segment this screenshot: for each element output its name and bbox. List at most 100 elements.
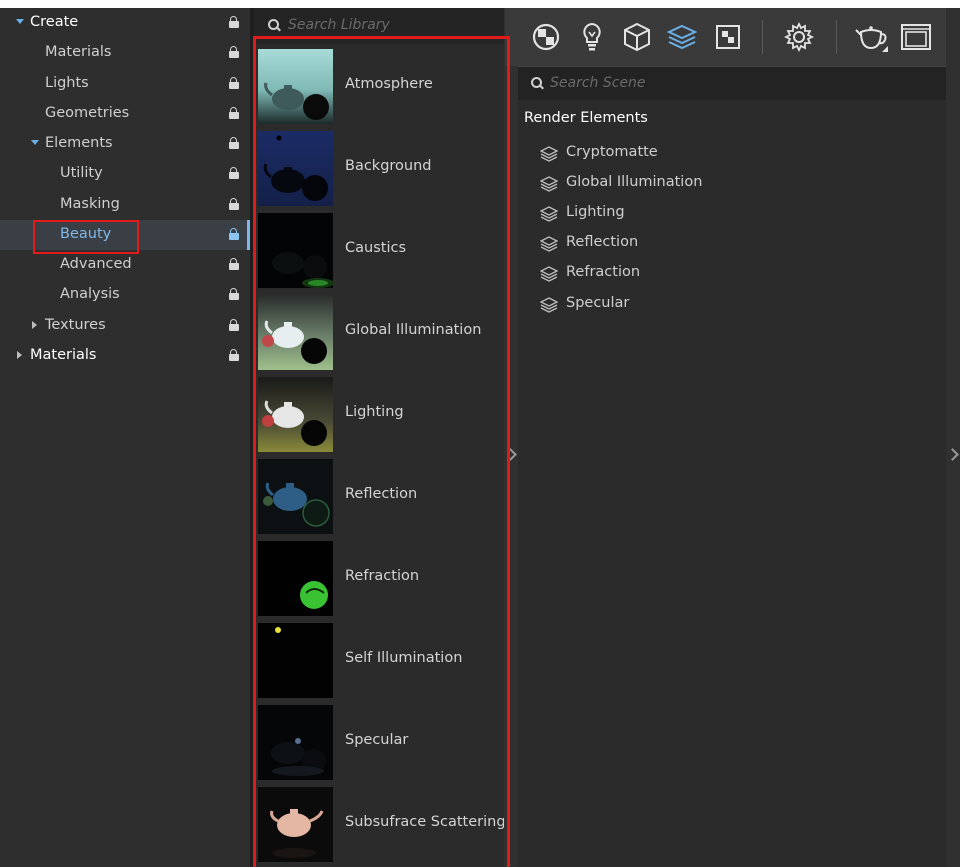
collapsed-arrow-icon[interactable]: [17, 351, 22, 359]
tree-item-label: Elements: [45, 135, 113, 151]
expanded-arrow-icon[interactable]: [16, 19, 24, 24]
frame-buffer-icon[interactable]: [899, 20, 931, 54]
scene-item-label: Cryptomatte: [566, 144, 658, 160]
lock-icon[interactable]: [229, 46, 239, 58]
asset-library: Search Library Atmosphere Background Cau…: [254, 8, 504, 867]
tree-item-label: Analysis: [60, 286, 120, 302]
scene-item-cryptomatte[interactable]: Cryptomatte: [538, 139, 838, 167]
render-element-icon: [540, 206, 558, 222]
lights-icon[interactable]: [576, 20, 608, 54]
tree-item-create[interactable]: Create: [0, 8, 250, 38]
caustics-thumbnail: [258, 213, 333, 288]
scene-item-label: Lighting: [566, 204, 625, 220]
library-item-label: Atmosphere: [345, 76, 433, 92]
textures-icon[interactable]: [712, 20, 744, 54]
library-item-refraction[interactable]: Refraction: [254, 538, 504, 620]
scene-item-label: Specular: [566, 295, 630, 311]
render-element-icon: [540, 236, 558, 252]
render-elements-heading: Render Elements: [524, 110, 648, 126]
lock-icon[interactable]: [229, 137, 239, 149]
tree-item-label: Lights: [45, 75, 89, 91]
specular-thumbnail: [258, 705, 333, 780]
tree-item-textures[interactable]: Textures: [0, 311, 250, 341]
materials-icon[interactable]: [530, 20, 562, 54]
subsurface-scattering-thumbnail: [258, 787, 333, 862]
lock-icon[interactable]: [229, 167, 239, 179]
tree-item-materials[interactable]: Materials: [0, 38, 250, 68]
atmosphere-thumbnail: [258, 49, 333, 124]
tree-item-label: Utility: [60, 165, 103, 181]
tree-item-analysis[interactable]: Analysis: [0, 280, 250, 310]
library-item-label: Caustics: [345, 240, 406, 256]
scene-item-specular[interactable]: Specular: [538, 290, 838, 318]
tree-item-geometries[interactable]: Geometries: [0, 99, 250, 129]
chevron-right-icon[interactable]: [504, 448, 517, 461]
expanded-arrow-icon[interactable]: [31, 140, 39, 145]
scene-search-input[interactable]: Search Scene: [518, 66, 946, 100]
library-item-label: Specular: [345, 732, 409, 748]
properties-collapse-handle[interactable]: [946, 8, 960, 867]
reflection-thumbnail: [258, 459, 333, 534]
library-item-caustics[interactable]: Caustics: [254, 210, 504, 292]
scene-item-lighting[interactable]: Lighting: [538, 199, 838, 227]
library-item-label: Reflection: [345, 486, 418, 502]
lock-icon[interactable]: [229, 228, 239, 240]
tree-item-utility[interactable]: Utility: [0, 159, 250, 189]
tree-item-label: Geometries: [45, 105, 130, 121]
library-item-subsurface-scattering[interactable]: Subsufrace Scattering: [254, 784, 504, 866]
render-element-icon: [540, 146, 558, 162]
chevron-right-icon[interactable]: [946, 448, 959, 461]
category-toolbar: [505, 8, 946, 66]
scene-item-refraction[interactable]: Refraction: [538, 259, 838, 287]
refraction-thumbnail: [258, 541, 333, 616]
search-icon: [268, 19, 281, 32]
library-item-self-illumination[interactable]: Self Illumination: [254, 620, 504, 702]
toolbar-separator: [836, 20, 837, 54]
tree-item-label: Masking: [60, 196, 120, 212]
library-item-specular[interactable]: Specular: [254, 702, 504, 784]
library-item-global-illumination[interactable]: Global Illumination: [254, 292, 504, 374]
library-item-label: Global Illumination: [345, 322, 482, 338]
lock-icon[interactable]: [229, 77, 239, 89]
library-item-background[interactable]: Background: [254, 128, 504, 210]
background-thumbnail: [258, 131, 333, 206]
lock-icon[interactable]: [229, 319, 239, 331]
library-item-label: Self Illumination: [345, 650, 463, 666]
tree-item-materials-root[interactable]: Materials: [0, 341, 250, 371]
tree-item-masking[interactable]: Masking: [0, 190, 250, 220]
lock-icon[interactable]: [229, 16, 239, 28]
scene-item-global-illumination[interactable]: Global Illumination: [538, 169, 838, 197]
lock-icon[interactable]: [229, 349, 239, 361]
library-item-reflection[interactable]: Reflection: [254, 456, 504, 538]
lighting-thumbnail: [258, 377, 333, 452]
library-item-label: Refraction: [345, 568, 420, 584]
geometry-icon[interactable]: [621, 20, 653, 54]
lock-icon[interactable]: [229, 107, 239, 119]
library-collapse-handle[interactable]: [504, 8, 518, 867]
settings-icon[interactable]: [783, 20, 815, 54]
collapsed-arrow-icon[interactable]: [32, 321, 37, 329]
teapot-render-icon[interactable]: [854, 20, 888, 54]
lock-icon[interactable]: [229, 258, 239, 270]
tree-item-label: Create: [30, 14, 79, 30]
scene-search-placeholder: Search Scene: [550, 75, 646, 91]
lock-icon[interactable]: [229, 288, 239, 300]
tree-item-elements[interactable]: Elements: [0, 129, 250, 159]
beauty-highlight-box: [33, 220, 139, 254]
library-item-atmosphere[interactable]: Atmosphere: [254, 46, 504, 128]
tree-item-lights[interactable]: Lights: [0, 69, 250, 99]
render-element-icon: [540, 266, 558, 282]
library-item-label: Background: [345, 158, 432, 174]
library-item-lighting[interactable]: Lighting: [254, 374, 504, 456]
scene-item-label: Refraction: [566, 264, 641, 280]
tree-item-advanced[interactable]: Advanced: [0, 250, 250, 280]
render-element-icon: [540, 176, 558, 192]
search-icon: [531, 77, 544, 90]
library-list: Atmosphere Background Caustics Global Il…: [254, 46, 504, 867]
category-tree: Create Materials Lights Geometries Eleme…: [0, 8, 250, 867]
render-elements-icon[interactable]: [666, 20, 698, 54]
library-search-placeholder: Search Library: [288, 17, 390, 33]
lock-icon[interactable]: [229, 198, 239, 210]
scene-item-reflection[interactable]: Reflection: [538, 229, 838, 257]
library-search-input[interactable]: Search Library: [254, 8, 504, 44]
